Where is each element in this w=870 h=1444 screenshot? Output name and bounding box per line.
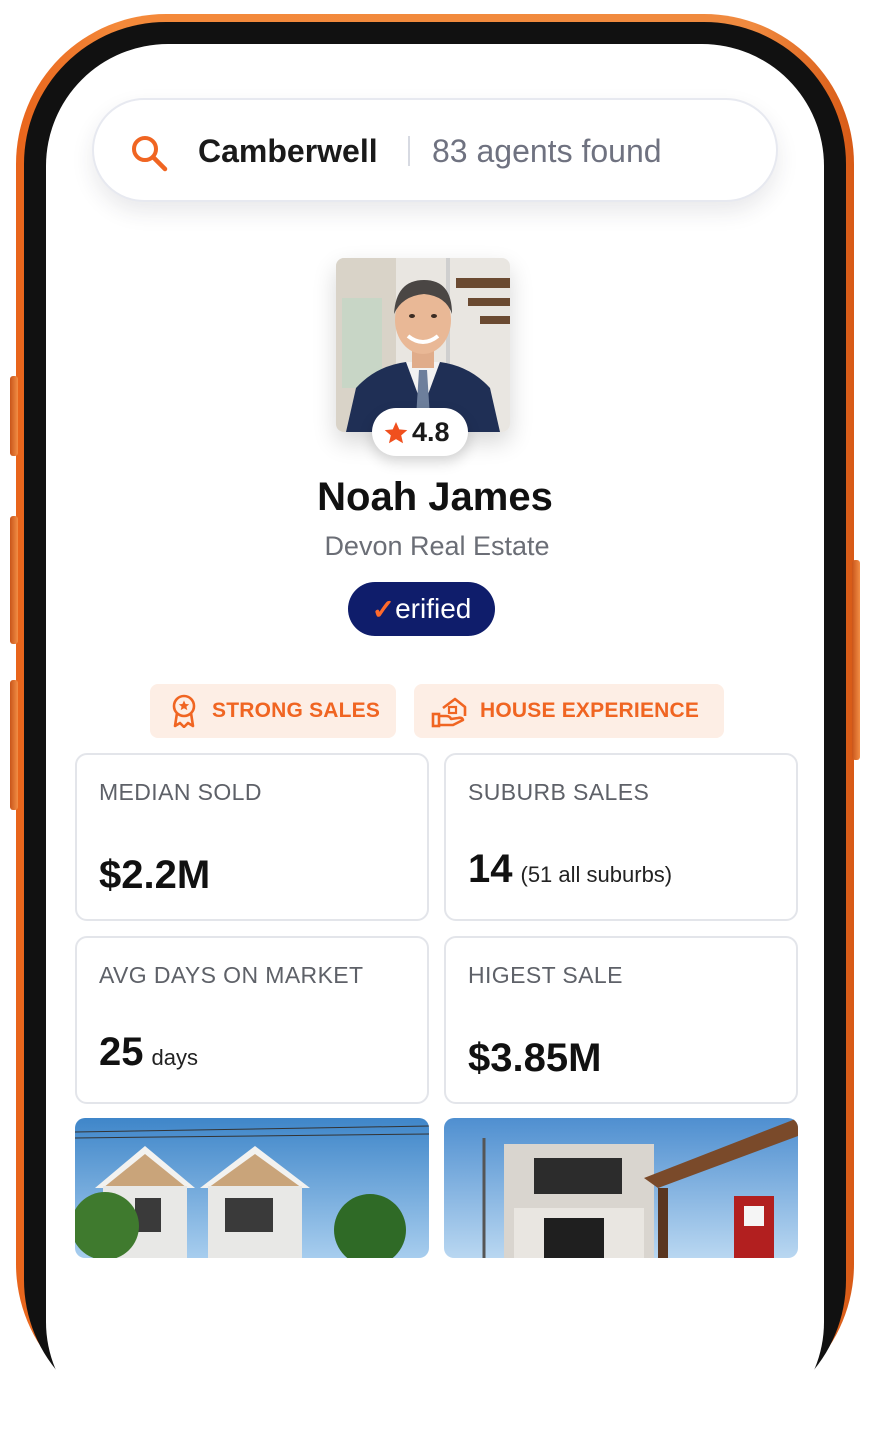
search-location[interactable]: Camberwell — [198, 128, 378, 174]
listing-image[interactable] — [75, 1118, 429, 1258]
tag-house-experience: HOUSE EXPERIENCE — [414, 684, 724, 738]
stat-label: MEDIAN SOLD — [99, 779, 262, 805]
award-ribbon-icon — [172, 694, 196, 728]
phone-side-button — [10, 376, 18, 456]
stat-value: 25 days — [99, 1030, 198, 1074]
phone-side-button — [852, 560, 860, 760]
verified-badge: ✓ erified — [348, 582, 495, 636]
stat-card-median-sold: MEDIAN SOLD $2.2M — [75, 753, 429, 921]
stat-value: $2.2M — [99, 853, 211, 897]
stat-card-highest-sale: HIGEST SALE $3.85M — [444, 936, 798, 1104]
star-icon — [384, 421, 408, 444]
stat-label: SUBURB SALES — [468, 779, 650, 805]
tag-strong-sales: STRONG SALES — [150, 684, 396, 738]
stat-label: HIGEST SALE — [468, 962, 623, 988]
tag-label: HOUSE EXPERIENCE — [480, 699, 700, 722]
stat-suffix: (51 all suburbs) — [520, 862, 673, 887]
agent-name: Noah James — [317, 475, 553, 519]
verified-label: erified — [395, 593, 472, 624]
stat-value: $3.85M — [468, 1036, 602, 1080]
stat-card-avg-days: AVG DAYS ON MARKET 25 days — [75, 936, 429, 1104]
listing-photo — [75, 1118, 429, 1258]
stat-card-suburb-sales: SUBURB SALES 14 (51 all suburbs) — [444, 753, 798, 921]
listing-image[interactable] — [444, 1118, 798, 1258]
tag-label: STRONG SALES — [212, 699, 381, 722]
agent-photo — [336, 258, 510, 432]
search-divider — [408, 136, 410, 166]
stat-label: AVG DAYS ON MARKET — [99, 962, 364, 988]
verified-check-icon: ✓ — [371, 593, 396, 625]
search-icon[interactable] — [130, 134, 168, 172]
listing-photo — [444, 1118, 798, 1258]
phone-side-button — [10, 680, 18, 810]
agency-name[interactable]: Devon Real Estate — [0, 528, 870, 564]
stat-value: 14 (51 all suburbs) — [468, 847, 673, 891]
agent-avatar[interactable] — [336, 258, 510, 432]
stat-suffix: days — [151, 1045, 198, 1070]
house-hand-icon — [431, 697, 467, 728]
search-result-count: 83 agents found — [432, 133, 662, 169]
rating-value: 4.8 — [412, 417, 450, 447]
